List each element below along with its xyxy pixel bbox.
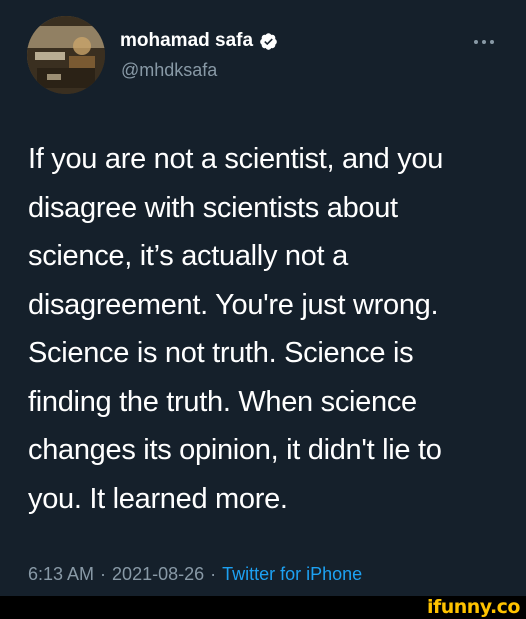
more-options-icon[interactable] <box>474 40 494 44</box>
tweet-card: mohamad safa @mhdksafa If you are not a … <box>0 0 526 596</box>
more-dot <box>474 40 478 44</box>
avatar[interactable] <box>27 16 105 94</box>
tweet-text-line: changes its opinion, it didn't lie to <box>28 434 442 466</box>
author-handle[interactable]: @mhdksafa <box>121 60 217 81</box>
tweet-text-line: If you are not a scientist, and you <box>28 143 444 175</box>
display-name[interactable]: mohamad safa <box>120 30 253 52</box>
tweet-date[interactable]: 2021-08-26 <box>112 564 204 585</box>
ifunny-watermark: ifunny.co <box>426 596 521 618</box>
tweet-text-line: you. It learned more. <box>28 482 288 515</box>
more-dot <box>482 40 486 44</box>
tweet-text-line: disagree with scientists about <box>28 191 398 224</box>
tweet-time[interactable]: 6:13 AM <box>28 564 94 585</box>
tweet-source-link[interactable]: Twitter for iPhone <box>222 564 362 585</box>
tweet-text: If you are not a scientist, and you disa… <box>28 135 508 523</box>
author-name-row[interactable]: mohamad safa <box>120 30 278 52</box>
verified-badge-icon <box>259 32 278 51</box>
meta-separator: · <box>100 564 107 584</box>
tweet-text-line: finding the truth. When science <box>28 385 417 418</box>
tweet-meta: 6:13 AM · 2021-08-26 · Twitter for iPhon… <box>28 564 362 585</box>
tweet-text-line: science, it’s actually not a <box>28 240 348 272</box>
tweet-text-line: Science is not truth. Science is <box>28 337 414 369</box>
tweet-text-line: disagreement. You're just wrong. <box>28 288 439 321</box>
watermark-bar: ifunny.co <box>0 596 526 619</box>
profile-photo-icon <box>27 16 105 94</box>
more-dot <box>490 40 494 44</box>
meta-separator: · <box>210 564 217 584</box>
